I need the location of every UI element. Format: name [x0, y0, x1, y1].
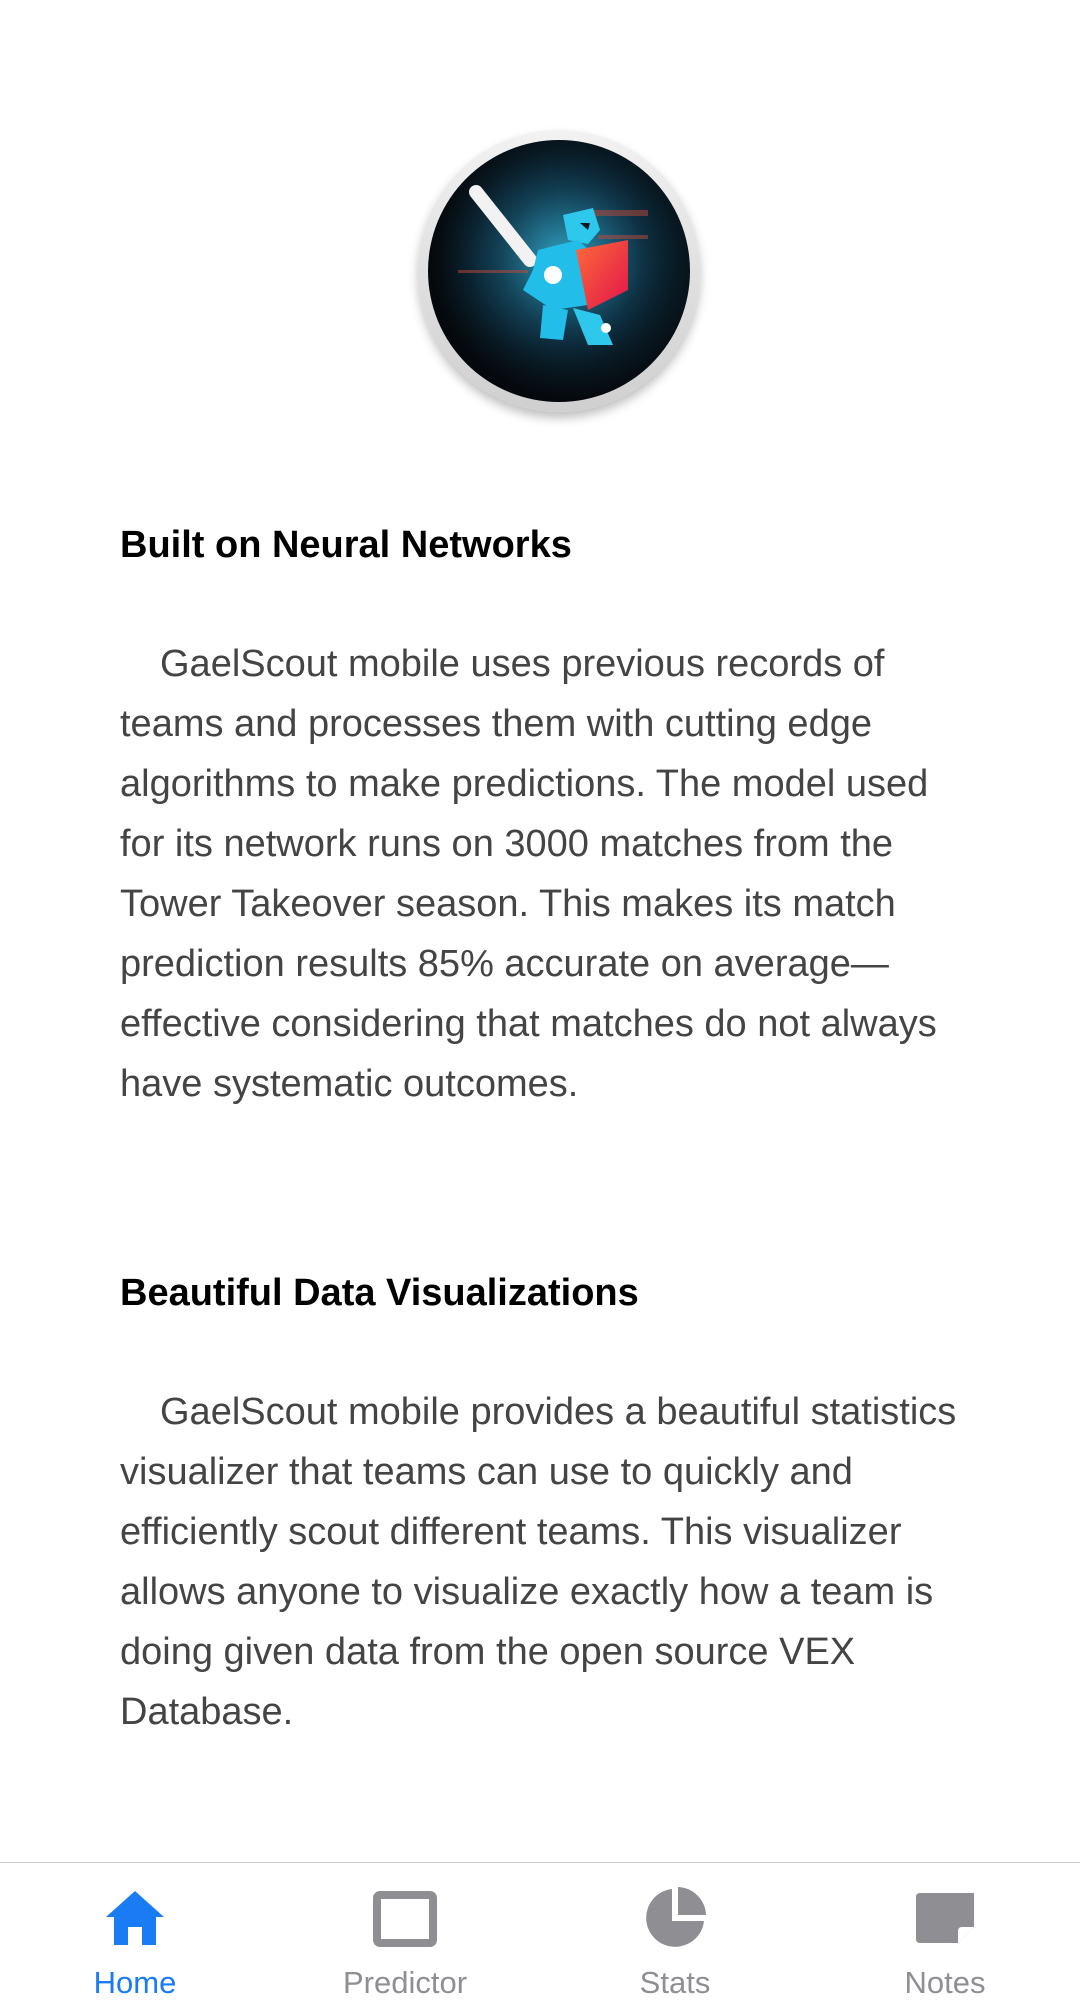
tab-notes[interactable]: Notes — [810, 1863, 1080, 2010]
square-icon — [373, 1891, 437, 1947]
section-body-data-visualizations: GaelScout mobile provides a beautiful st… — [120, 1391, 957, 1733]
pie-chart-icon — [646, 1887, 706, 1947]
section-body-neural-networks: GaelScout mobile uses previous records o… — [120, 643, 937, 1105]
tab-notes-label: Notes — [904, 1965, 986, 2000]
section-title-neural-networks: Built on Neural Networks — [120, 524, 572, 566]
app-logo — [418, 130, 700, 412]
tab-predictor-label: Predictor — [342, 1965, 468, 2000]
section-title-data-visualizations: Beautiful Data Visualizations — [120, 1272, 639, 1314]
tab-predictor[interactable]: Predictor — [270, 1863, 540, 2010]
tab-home-label: Home — [93, 1965, 177, 2000]
bottom-tab-bar: Home Predictor Stats Notes — [0, 1862, 1080, 2009]
tab-stats[interactable]: Stats — [540, 1863, 810, 2010]
home-content: Built on Neural Networks GaelScout mobil… — [0, 0, 1080, 1862]
home-icon — [106, 1891, 164, 1945]
gael-knight-logo-icon — [428, 140, 690, 402]
note-icon — [916, 1893, 974, 1943]
tab-stats-label: Stats — [639, 1965, 711, 2000]
tab-home[interactable]: Home — [0, 1863, 270, 2010]
